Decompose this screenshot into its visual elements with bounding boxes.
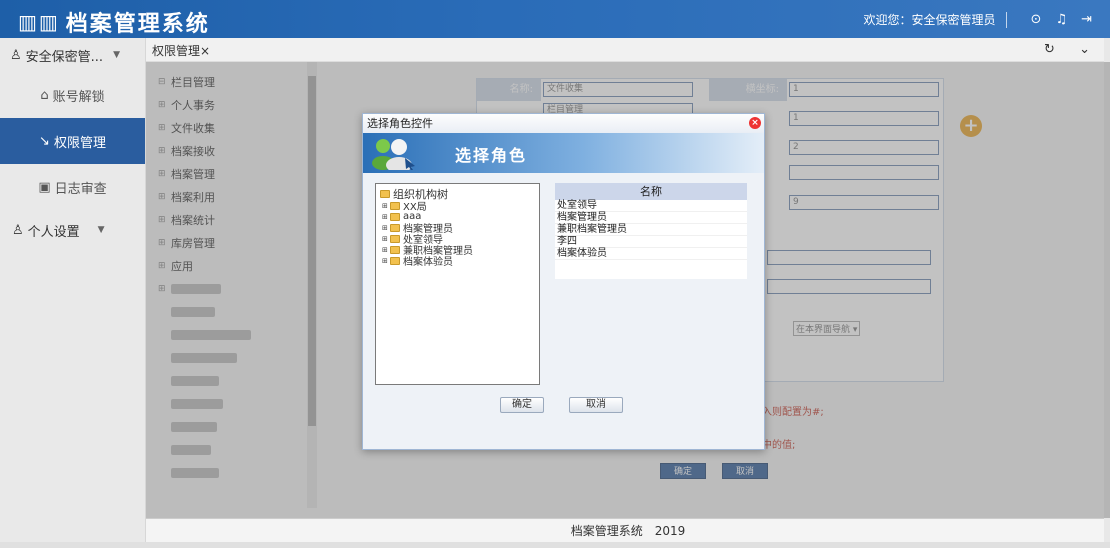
folder-icon bbox=[380, 190, 390, 198]
chevron-down-icon: ▼ bbox=[113, 50, 120, 60]
header-divider bbox=[1005, 11, 1007, 28]
sidebar-item-logs[interactable]: ▣ 日志审查 bbox=[0, 164, 145, 210]
page-footer: 档案管理系统 2019 bbox=[146, 518, 1110, 542]
role-row[interactable]: 档案体验员 bbox=[555, 248, 747, 260]
role-row[interactable]: 李四 bbox=[555, 236, 747, 248]
sidebar-item-label: 日志审查 bbox=[54, 181, 107, 197]
app-logo: ▥▥ 档案管理系统 bbox=[18, 6, 210, 38]
users-icon bbox=[372, 139, 415, 170]
tab-bar: 权限管理× ↻ ⌄ bbox=[146, 38, 1110, 62]
unlock-icon: ⌂ bbox=[40, 87, 49, 103]
dialog-title: 选择角色控件 bbox=[367, 117, 433, 130]
folder-icon bbox=[390, 256, 400, 265]
sidebar-group-security[interactable]: ♙ 安全保密管... ▼ bbox=[0, 38, 145, 72]
app-title: 档案管理系统 bbox=[65, 12, 210, 37]
org-tree: 组织机构树 ⊞ XX局 ⊞ aaa ⊞ 档案管理员 ⊞ 处室领导 ⊞ 兼职档案管理员 ⊞ 档… bbox=[375, 183, 540, 385]
sidebar-group-label: 安全保密管... bbox=[25, 49, 104, 65]
logout-icon[interactable]: ⇥ bbox=[1081, 12, 1092, 27]
sidebar-item-label: 权限管理 bbox=[53, 135, 106, 151]
dialog-title-bar: 选择角色控件 × bbox=[363, 114, 764, 133]
log-icon: ▣ bbox=[38, 179, 51, 195]
welcome-text: 欢迎您： bbox=[863, 13, 912, 27]
dialog-cancel-button[interactable]: 取消 bbox=[569, 397, 623, 413]
key-icon: ↘ bbox=[39, 133, 50, 149]
folder-icon bbox=[390, 245, 400, 254]
sidebar-item-permissions[interactable]: ↘ 权限管理 bbox=[0, 118, 145, 164]
app-header: ▥▥ 档案管理系统 欢迎您： 安全保密管理员 ⊙ ♫ ⇥ bbox=[0, 0, 1110, 38]
close-icon[interactable]: × bbox=[749, 117, 761, 129]
logo-icon: ▥▥ bbox=[18, 10, 60, 34]
org-tree-node[interactable]: ⊞ XX局 bbox=[380, 200, 535, 213]
refresh-icon[interactable]: ↻ bbox=[1044, 42, 1055, 57]
user-name[interactable]: 安全保密管理员 bbox=[912, 11, 996, 28]
tab-tools: ↻ ⌄ bbox=[1024, 42, 1090, 57]
role-list-header: 名称 bbox=[555, 183, 747, 200]
role-row[interactable]: 处室领导 bbox=[555, 200, 747, 212]
expand-icon[interactable]: ⊞ bbox=[382, 213, 390, 221]
clock-icon[interactable]: ⊙ bbox=[1031, 12, 1042, 27]
chevron-down-icon[interactable]: ⌄ bbox=[1079, 42, 1090, 57]
tab-permissions[interactable]: 权限管理× bbox=[152, 42, 210, 59]
expand-icon[interactable]: ⊞ bbox=[382, 246, 390, 254]
dialog-banner: 选择角色 bbox=[363, 133, 764, 173]
sidebar: ♙ 安全保密管... ▼ ⌂ 账号解锁 ↘ 权限管理 ▣ 日志审查 ♙ 个人设置… bbox=[0, 38, 146, 548]
sidebar-item-unlock[interactable]: ⌂ 账号解锁 bbox=[0, 72, 145, 118]
org-node-label: 档案体验员 bbox=[403, 257, 453, 268]
select-role-dialog: 选择角色控件 × 选择角色 组织机构树 ⊞ XX局 ⊞ aaa ⊞ 档案管理员 ⊞ 处室… bbox=[362, 113, 765, 450]
dialog-ok-button[interactable]: 确定 bbox=[500, 397, 544, 413]
expand-icon[interactable]: ⊞ bbox=[382, 202, 390, 210]
header-user-area: 欢迎您： 安全保密管理员 ⊙ ♫ ⇥ bbox=[863, 11, 1092, 28]
role-list: 名称 处室领导 档案管理员 兼职档案管理员 李四 档案体验员 bbox=[555, 183, 747, 279]
sidebar-group-personal[interactable]: ♙ 个人设置 ▼ bbox=[0, 210, 145, 250]
role-row[interactable]: 兼职档案管理员 bbox=[555, 224, 747, 236]
sidebar-item-label: 账号解锁 bbox=[52, 89, 105, 105]
dialog-body: 组织机构树 ⊞ XX局 ⊞ aaa ⊞ 档案管理员 ⊞ 处室领导 ⊞ 兼职档案管理员 ⊞ 档… bbox=[363, 173, 764, 449]
dialog-banner-title: 选择角色 bbox=[455, 146, 528, 165]
folder-icon bbox=[390, 201, 400, 210]
expand-icon[interactable]: ⊞ bbox=[382, 257, 390, 265]
folder-icon bbox=[390, 223, 400, 232]
folder-icon bbox=[390, 234, 400, 243]
user-group-icon: ♙ bbox=[10, 47, 22, 63]
expand-icon[interactable]: ⊞ bbox=[382, 224, 390, 232]
bell-icon[interactable]: ♫ bbox=[1055, 12, 1067, 27]
expand-icon[interactable]: ⊞ bbox=[382, 235, 390, 243]
sidebar-group-label: 个人设置 bbox=[27, 224, 80, 240]
role-row[interactable]: 档案管理员 bbox=[555, 212, 747, 224]
page-hscrollbar[interactable] bbox=[0, 542, 1110, 548]
person-icon: ♙ bbox=[12, 222, 24, 238]
chevron-down-icon: ▼ bbox=[97, 225, 105, 235]
folder-icon bbox=[390, 212, 400, 221]
